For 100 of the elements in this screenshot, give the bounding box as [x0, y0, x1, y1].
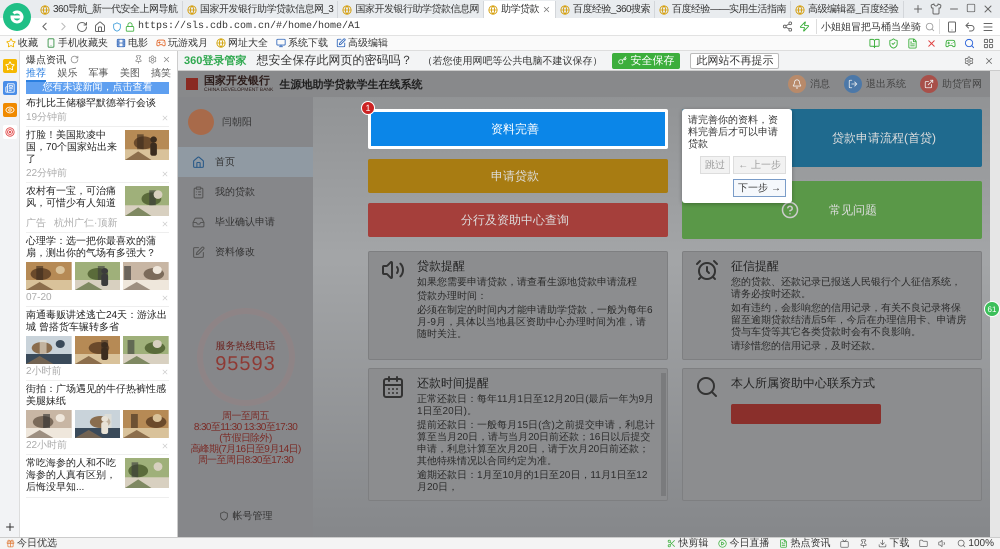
card-title: 征信提醒 [731, 258, 780, 275]
status-link[interactable]: 今日直播 [718, 538, 770, 549]
bookmark[interactable]: 手机收藏夹 [46, 36, 108, 50]
news-icon[interactable] [2, 81, 16, 95]
search-icon [695, 375, 719, 399]
new-tab-icon[interactable] [912, 3, 924, 15]
card-text: 如果您需要申请贷款，请查看生源地贷款申请流程 [417, 277, 638, 289]
news-meta: 22分钟前 [26, 168, 68, 179]
news-title[interactable]: 打脸！美国欺凌中国，70个国家站出来了 [26, 130, 122, 166]
bookmark[interactable]: 网址大全 [216, 36, 268, 50]
close-icon[interactable] [984, 56, 994, 66]
prompt-question: 想安全保存此网页的密码吗？ [256, 52, 412, 69]
eye-icon[interactable] [2, 103, 16, 117]
tv-icon[interactable] [840, 539, 850, 548]
dismiss-button[interactable]: 此网站不再提示 [690, 52, 780, 68]
gamepad-icon[interactable] [945, 38, 956, 48]
reload-icon[interactable] [76, 20, 88, 32]
gift-icon [6, 539, 15, 548]
bookmark[interactable]: 高级编辑 [336, 36, 388, 50]
close-icon[interactable] [162, 55, 171, 64]
status-link[interactable]: 热点资讯 [779, 538, 830, 549]
grid-icon[interactable] [983, 38, 994, 48]
step-badge: 1 [361, 101, 375, 115]
next-button[interactable]: 下一步 → [733, 179, 786, 197]
maximize-icon[interactable] [966, 3, 976, 13]
news-tab[interactable]: 搞笑 [151, 68, 171, 82]
zoom-level[interactable]: 100% [957, 538, 994, 549]
user-name: 闫朝阳 [222, 116, 252, 129]
card-title: 本人所属资助中心联系方式 [731, 375, 876, 392]
service-hours: (节假日除外) [219, 433, 272, 444]
target-icon[interactable] [2, 125, 16, 139]
shield-icon [218, 511, 228, 521]
download-link[interactable]: 下载 [878, 538, 910, 549]
news-tab[interactable]: 娱乐 [57, 68, 78, 82]
news-title[interactable]: 常吃海参的人和不吃海参的人真有区别，后悔没早知... [26, 458, 122, 494]
settings-icon[interactable] [964, 56, 974, 66]
news-tab[interactable]: 军事 [88, 68, 108, 82]
speaker-icon [381, 258, 405, 282]
browser-tab[interactable]: 助学贷款 [484, 1, 556, 18]
zoom-icon [957, 539, 966, 548]
news-title[interactable]: 街拍：广场遇见的牛仔热裤性感美腿妹纸 [26, 384, 169, 408]
search-icon[interactable] [964, 38, 975, 48]
card-title: 贷款提醒 [417, 258, 466, 275]
card-text: 贷款办理时间： [417, 291, 488, 303]
lock-icon [125, 22, 135, 32]
cross-icon[interactable] [926, 38, 937, 48]
lightning-icon[interactable] [799, 21, 810, 32]
system-title: 生源地助学贷款学生在线系统 [279, 78, 422, 92]
service-hours: 周一至周日8:30至17:30 [198, 455, 294, 466]
refresh-icon[interactable] [70, 55, 79, 64]
news-tab[interactable]: 美图 [120, 68, 140, 82]
pin-icon[interactable] [859, 539, 868, 548]
nav-item[interactable]: 我的贷款 [178, 177, 313, 207]
book-icon[interactable] [869, 38, 880, 48]
shield-icon[interactable] [888, 38, 899, 48]
phone-icon[interactable] [946, 20, 958, 32]
status-link[interactable]: 快剪辑 [667, 538, 708, 549]
account-link[interactable]: 帐号管理 [218, 509, 272, 523]
news-title[interactable]: 布扎比王储穆罕默德举行会谈 [26, 98, 169, 110]
nav-item[interactable]: 毕业确认申请 [178, 207, 313, 237]
news-title[interactable]: 心理学：选一把你最喜欢的蒲扇，测出你的气场有多强大？ [26, 236, 169, 260]
add-icon[interactable] [4, 521, 16, 533]
news-meta: 广告 [26, 218, 46, 229]
bell-icon [788, 75, 806, 93]
nav-item[interactable]: 首页 [178, 147, 313, 177]
close-icon[interactable] [982, 3, 994, 15]
calendar-icon [381, 375, 405, 399]
undo-icon[interactable] [964, 20, 976, 32]
bookmark[interactable]: 系统下载 [276, 36, 328, 50]
menu-tile[interactable]: 资料完善 [368, 109, 668, 149]
globe-icon [186, 4, 197, 14]
card-text: 必须在制定的时间内才能申请助学贷款，一般为每年6月-9月，具体以当地县区资助中心办理时间为准，请随时关注。 [417, 305, 654, 341]
home-icon [192, 156, 205, 168]
home-icon[interactable] [94, 20, 106, 32]
bookmark[interactable]: 收藏 [6, 36, 38, 50]
menu-icon[interactable] [982, 20, 994, 32]
shirt-icon[interactable] [930, 3, 942, 15]
news-meta: 07-20 [26, 292, 52, 303]
phone-icon [46, 38, 56, 48]
search-field[interactable]: 小姐姐冒把马桶当坐骑 [816, 19, 940, 34]
menu-tile[interactable]: 分行及资助中心查询 [368, 203, 668, 237]
globe-icon [488, 4, 498, 14]
nav-item[interactable]: 资料修改 [178, 237, 313, 267]
bookmark[interactable]: 玩游戏月 [156, 36, 208, 50]
folder-icon[interactable] [919, 539, 928, 548]
news-title[interactable]: 农村有一宝，可治痛风，可惜少有人知道 [26, 186, 122, 216]
status-link[interactable]: 今日优选 [6, 538, 57, 549]
page-scrollbar[interactable] [990, 71, 1000, 537]
settings-icon[interactable] [148, 55, 157, 64]
gamepad-icon [156, 38, 166, 48]
card-text: 请珍惜您的信用记录，及时还款。 [731, 341, 882, 353]
bookmark[interactable]: 电影 [116, 36, 148, 50]
document-icon[interactable] [907, 38, 918, 48]
address-field[interactable]: https://sls.cdb.com.cn/#/home/home/A1 [112, 18, 776, 34]
brand-name: 360登录管家 [184, 54, 246, 68]
pin-icon[interactable] [134, 55, 143, 64]
close-icon[interactable] [542, 5, 551, 14]
news-title[interactable]: 南通毒贩讲述逃亡24天：游泳出城 曾搭货车辗转多省 [26, 310, 169, 334]
volume-icon[interactable] [938, 539, 948, 548]
share-icon[interactable] [782, 21, 793, 32]
